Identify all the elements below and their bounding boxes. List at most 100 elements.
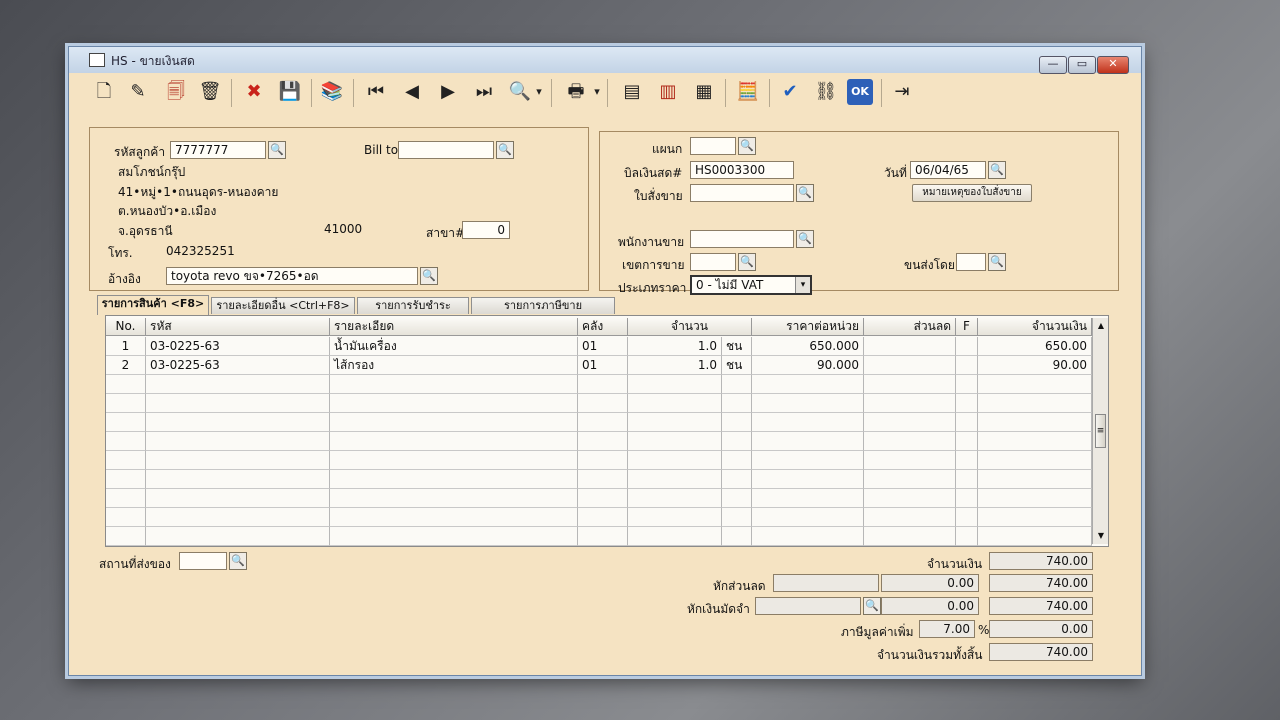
delivery-place-input[interactable]	[179, 552, 227, 570]
cell-unit-price[interactable]	[752, 508, 864, 527]
cell-f[interactable]	[956, 527, 978, 546]
scroll-thumb[interactable]: ≡	[1095, 414, 1106, 448]
col-discount-header[interactable]: ส่วนลด	[864, 318, 956, 336]
cell-no[interactable]	[106, 489, 146, 508]
cell-unit-price[interactable]	[752, 489, 864, 508]
vat-rate-input[interactable]: 7.00	[919, 620, 975, 638]
cell-unit-price[interactable]	[752, 394, 864, 413]
cell-amount[interactable]	[978, 489, 1092, 508]
cell-description[interactable]	[330, 432, 578, 451]
cell-warehouse[interactable]	[578, 432, 628, 451]
cell-code[interactable]	[146, 413, 330, 432]
cell-no[interactable]	[106, 527, 146, 546]
cell-f[interactable]	[956, 508, 978, 527]
cell-unit[interactable]	[722, 470, 752, 489]
maximize-button[interactable]: ▭	[1068, 56, 1096, 74]
cell-f[interactable]	[956, 413, 978, 432]
table-row[interactable]	[106, 527, 1092, 546]
shipping-input[interactable]	[956, 253, 986, 271]
cell-code[interactable]	[146, 451, 330, 470]
cell-unit-price[interactable]: 90.000	[752, 356, 864, 375]
cell-warehouse[interactable]	[578, 375, 628, 394]
table-row[interactable]	[106, 432, 1092, 451]
cell-discount[interactable]	[864, 375, 956, 394]
cell-discount[interactable]	[864, 337, 956, 356]
reference-input[interactable]: toyota revo ขจ•7265•อด	[166, 267, 418, 285]
cell-quantity[interactable]	[628, 470, 722, 489]
cell-unit-price[interactable]	[752, 451, 864, 470]
cell-warehouse[interactable]	[578, 527, 628, 546]
previous-record-icon[interactable]: ◀	[399, 79, 425, 105]
salesman-lookup-icon[interactable]: 🔍	[796, 230, 814, 248]
cell-f[interactable]	[956, 451, 978, 470]
scroll-down-icon[interactable]: ▼	[1093, 528, 1108, 544]
cell-description[interactable]: ไส้กรอง	[330, 356, 578, 375]
cell-unit-price[interactable]: 650.000	[752, 337, 864, 356]
cell-code[interactable]	[146, 470, 330, 489]
scroll-up-icon[interactable]: ▲	[1093, 318, 1108, 334]
cell-quantity[interactable]	[628, 413, 722, 432]
col-code-header[interactable]: รหัส	[146, 318, 330, 336]
chevron-down-icon[interactable]: ▾	[795, 277, 810, 293]
cell-quantity[interactable]	[628, 432, 722, 451]
cell-code[interactable]	[146, 375, 330, 394]
deposit-lookup-icon[interactable]: 🔍	[863, 597, 881, 615]
cell-f[interactable]	[956, 356, 978, 375]
cell-description[interactable]	[330, 451, 578, 470]
table-row[interactable]	[106, 394, 1092, 413]
cell-no[interactable]	[106, 451, 146, 470]
cell-quantity[interactable]: 1.0	[628, 356, 722, 375]
cell-unit[interactable]	[722, 432, 752, 451]
table-row[interactable]	[106, 508, 1092, 527]
bill-number-input[interactable]: HS0003300	[690, 161, 794, 179]
sales-order-note-button[interactable]: หมายเหตุของใบสั่งขาย	[912, 184, 1032, 202]
exit-icon[interactable]: ⇥	[889, 79, 915, 105]
cancel-document-icon[interactable]: 🗐	[163, 79, 189, 105]
customer-lookup-icon[interactable]: 🔍	[268, 141, 286, 159]
cell-code[interactable]: 03-0225-63	[146, 337, 330, 356]
cell-no[interactable]	[106, 432, 146, 451]
date-input[interactable]: 06/04/65	[910, 161, 986, 179]
cell-no[interactable]	[106, 375, 146, 394]
col-unit-price-header[interactable]: ราคาต่อหน่วย	[752, 318, 864, 336]
cell-quantity[interactable]	[628, 489, 722, 508]
cell-amount[interactable]	[978, 527, 1092, 546]
cell-warehouse[interactable]: 01	[578, 356, 628, 375]
copy-document-icon[interactable]: 📚	[319, 79, 345, 105]
cell-unit[interactable]	[722, 451, 752, 470]
cell-description[interactable]	[330, 375, 578, 394]
cell-no[interactable]: 1	[106, 337, 146, 356]
cell-quantity[interactable]: 1.0	[628, 337, 722, 356]
cell-quantity[interactable]	[628, 527, 722, 546]
cell-warehouse[interactable]	[578, 451, 628, 470]
cell-amount[interactable]	[978, 470, 1092, 489]
cell-description[interactable]: น้ำมันเครื่อง	[330, 337, 578, 356]
delivery-place-lookup-icon[interactable]: 🔍	[229, 552, 247, 570]
cell-discount[interactable]	[864, 451, 956, 470]
cell-warehouse[interactable]	[578, 394, 628, 413]
cell-no[interactable]	[106, 413, 146, 432]
cell-amount[interactable]	[978, 375, 1092, 394]
cell-warehouse[interactable]	[578, 489, 628, 508]
cell-amount[interactable]	[978, 508, 1092, 527]
cell-description[interactable]	[330, 470, 578, 489]
ok-icon[interactable]: OK	[847, 79, 873, 105]
cell-amount[interactable]: 90.00	[978, 356, 1092, 375]
shipping-lookup-icon[interactable]: 🔍	[988, 253, 1006, 271]
sales-area-input[interactable]	[690, 253, 736, 271]
cell-code[interactable]	[146, 394, 330, 413]
table-row[interactable]: 2 03-0225-63 ไส้กรอง 01 1.0 ชน 90.000 90.00	[106, 356, 1092, 375]
cell-unit[interactable]: ชน	[722, 356, 752, 375]
cell-warehouse[interactable]	[578, 508, 628, 527]
table-row[interactable]	[106, 375, 1092, 394]
cell-amount[interactable]	[978, 451, 1092, 470]
sales-order-input[interactable]	[690, 184, 794, 202]
cell-no[interactable]: 2	[106, 356, 146, 375]
cell-quantity[interactable]	[628, 451, 722, 470]
first-record-icon[interactable]: ⏮	[363, 79, 389, 105]
sales-order-lookup-icon[interactable]: 🔍	[796, 184, 814, 202]
cell-code[interactable]	[146, 508, 330, 527]
cell-amount[interactable]	[978, 432, 1092, 451]
cell-quantity[interactable]	[628, 394, 722, 413]
table-row[interactable]	[106, 413, 1092, 432]
